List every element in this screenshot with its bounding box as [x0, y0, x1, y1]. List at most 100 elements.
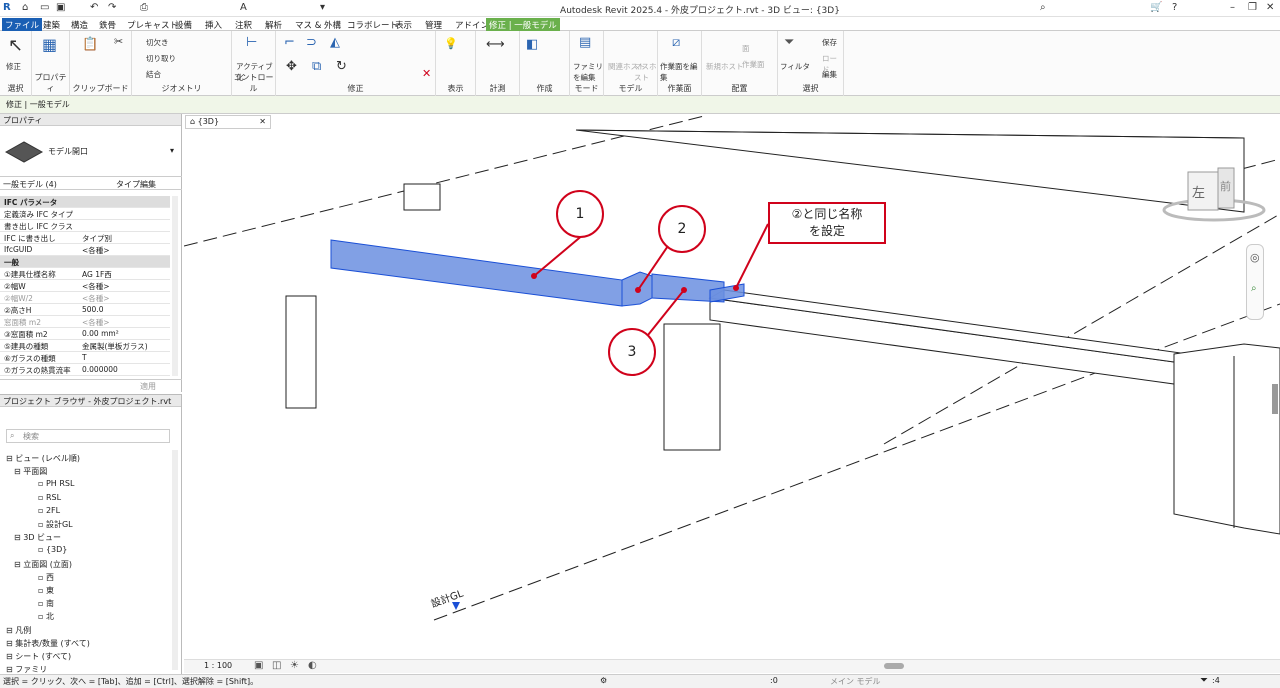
tree-node-icon[interactable]: ▫ [38, 573, 46, 582]
visual-style-icon[interactable]: ◫ [272, 660, 281, 671]
dropdown-icon[interactable]: ▾ [320, 2, 325, 13]
browser-tree-item[interactable]: ⊟ 集計表/数量 (すべて) [6, 638, 90, 649]
tab-manage[interactable]: 管理 [422, 18, 445, 31]
offset-icon[interactable]: ⊃ [306, 35, 317, 50]
redo-icon[interactable]: ↷ [108, 2, 116, 13]
property-row[interactable]: ①建具仕様名称 AG 1F西 [0, 268, 170, 280]
type-name[interactable]: モデル開口 [48, 146, 88, 157]
tree-node-icon[interactable]: ⊟ [6, 652, 15, 661]
filter-button[interactable]: フィルタ [780, 61, 810, 72]
shadows-icon[interactable]: ◐ [308, 660, 317, 671]
cursor-icon[interactable]: ↖ [8, 35, 23, 56]
filter-icon[interactable]: ⏷ [784, 35, 794, 50]
mass-host-button[interactable]: マスホスト [634, 61, 657, 83]
property-value[interactable]: 0.00 mm² [82, 329, 119, 338]
tab-annotate[interactable]: 注釈 [232, 18, 255, 31]
revit-logo-icon[interactable]: R [3, 2, 11, 13]
property-row[interactable]: ⑦ガラスの熱貫流率 0.000000 [0, 364, 170, 376]
property-row[interactable]: 窓面積 m2 <各種> [0, 316, 170, 328]
save-selection-button[interactable]: 保存 [822, 37, 837, 48]
property-row[interactable]: IfcGUID <各種> [0, 244, 170, 256]
edit-selection-button[interactable]: 編集 [822, 69, 837, 80]
property-row[interactable]: ⑤建具の種類 金属製(単板ガラス) [0, 340, 170, 352]
worksets-icon[interactable]: ⚙ [600, 676, 607, 685]
tree-node-icon[interactable]: ⊟ [6, 626, 15, 635]
type-dropdown-icon[interactable]: ▾ [170, 146, 174, 155]
minimize-icon[interactable]: – [1230, 2, 1235, 13]
work-plane-button[interactable]: 作業面 [742, 59, 765, 70]
save-icon[interactable]: ▣ [56, 2, 65, 13]
tree-node-icon[interactable]: ▫ [38, 545, 46, 554]
property-row[interactable]: 書き出し IFC クラス [0, 220, 170, 232]
property-value[interactable]: <各種> [82, 281, 110, 292]
tree-node-icon[interactable]: ▫ [38, 520, 46, 529]
tree-node-icon[interactable]: ⊟ [6, 665, 15, 674]
view-cube-face-left[interactable]: 左 [1192, 182, 1205, 201]
delete-icon[interactable]: ✕ [422, 67, 431, 80]
tab-architecture[interactable]: 建築 [40, 18, 63, 31]
edit-family-icon[interactable]: ▤ [579, 35, 591, 50]
text-icon[interactable]: A [240, 2, 247, 13]
property-value[interactable]: 500.0 [82, 305, 103, 314]
browser-tree-item[interactable]: ▫ 東 [38, 585, 54, 596]
undo-icon[interactable]: ↶ [90, 2, 98, 13]
steering-wheel-icon[interactable]: ◎ [1250, 251, 1260, 264]
edit-family-button[interactable]: ファミリを編集 [573, 61, 603, 83]
tree-node-icon[interactable]: ⊟ [6, 639, 15, 648]
tab-insert[interactable]: 挿入 [202, 18, 225, 31]
face-button[interactable]: 面 [742, 43, 750, 54]
property-value[interactable]: <各種> [82, 317, 110, 328]
navigation-bar[interactable]: ◎ ⌕ [1246, 244, 1264, 320]
browser-tree-item[interactable]: ▫ 北 [38, 611, 54, 622]
modify-label[interactable]: 修正 [6, 61, 21, 72]
browser-tree-item[interactable]: ⊟ 立面図 (立面) [14, 559, 72, 570]
property-row[interactable]: IFC に書き出し タイプ別 [0, 232, 170, 244]
property-value[interactable]: AG 1F西 [82, 269, 112, 280]
join-button[interactable]: 結合 [146, 69, 161, 80]
property-value[interactable]: 金属製(単板ガラス) [82, 341, 148, 352]
browser-search-input[interactable]: ⌕ 検索 [6, 429, 170, 443]
create-icon[interactable]: ◧ [526, 37, 538, 52]
move-icon[interactable]: ✥ [286, 59, 297, 74]
close-view-icon[interactable]: ✕ [259, 117, 266, 126]
tree-node-icon[interactable]: ⊟ [14, 533, 23, 542]
work-plane-icon[interactable]: ⧄ [672, 35, 680, 50]
filter-status-icon[interactable]: ⏷ [1200, 675, 1208, 686]
close-icon[interactable]: ✕ [1266, 2, 1274, 13]
binoculars-icon[interactable]: ⌕ [1040, 2, 1046, 13]
hide-icon[interactable]: 💡 [444, 37, 458, 50]
browser-tree-item[interactable]: ▫ RSL [38, 493, 61, 502]
tab-file[interactable]: ファイル [2, 18, 43, 31]
detail-level-icon[interactable]: ▣ [254, 660, 263, 671]
tree-node-icon[interactable]: ▫ [38, 612, 46, 621]
property-row[interactable]: ③窓面積 m2 0.00 mm² [0, 328, 170, 340]
tab-massing[interactable]: マス & 外構 [292, 18, 344, 31]
cart-icon[interactable]: 🛒 [1150, 2, 1162, 13]
browser-tree-item[interactable]: ▫ 設計GL [38, 519, 73, 530]
tree-node-icon[interactable]: ⊟ [14, 560, 23, 569]
tab-structure[interactable]: 構造 [68, 18, 91, 31]
3d-view-canvas[interactable]: 1 2 3 ②と同じ名称 を設定 設計GL 左 前 ◎ ⌕ [183, 114, 1280, 660]
align-icon[interactable]: ⌐ [284, 35, 295, 50]
property-row[interactable]: ⑥ガラスの種類 T [0, 352, 170, 364]
property-value[interactable]: 0.000000 [82, 365, 118, 374]
tab-steel[interactable]: 鉄骨 [96, 18, 119, 31]
sun-path-icon[interactable]: ☀ [290, 660, 299, 671]
browser-tree-item[interactable]: ▫ 西 [38, 572, 54, 583]
edit-work-plane-button[interactable]: 作業面を編集 [660, 61, 701, 83]
restore-icon[interactable]: ❐ [1248, 2, 1257, 13]
browser-tree-item[interactable]: ⊟ 凡例 [6, 625, 31, 636]
browser-tree-item[interactable]: ▫ 2FL [38, 506, 60, 515]
properties-icon[interactable]: ▦ [42, 35, 57, 54]
apply-button[interactable]: 適用 [140, 381, 156, 392]
view-tab-3d[interactable]: ⌂ {3D} ✕ [185, 115, 271, 129]
tab-analyze[interactable]: 解析 [262, 18, 285, 31]
view-cube-face-front[interactable]: 前 [1220, 178, 1231, 194]
property-value[interactable]: タイプ別 [82, 233, 112, 244]
property-row[interactable]: IFC パラメータ [0, 196, 170, 208]
tree-node-icon[interactable]: ⊟ [14, 467, 23, 476]
tree-node-icon[interactable]: ▫ [38, 493, 46, 502]
property-value[interactable]: <各種> [82, 293, 110, 304]
instance-selector[interactable]: 一般モデル (4) タイプ編集 [0, 176, 182, 190]
property-row[interactable]: ②高さH 500.0 [0, 304, 170, 316]
